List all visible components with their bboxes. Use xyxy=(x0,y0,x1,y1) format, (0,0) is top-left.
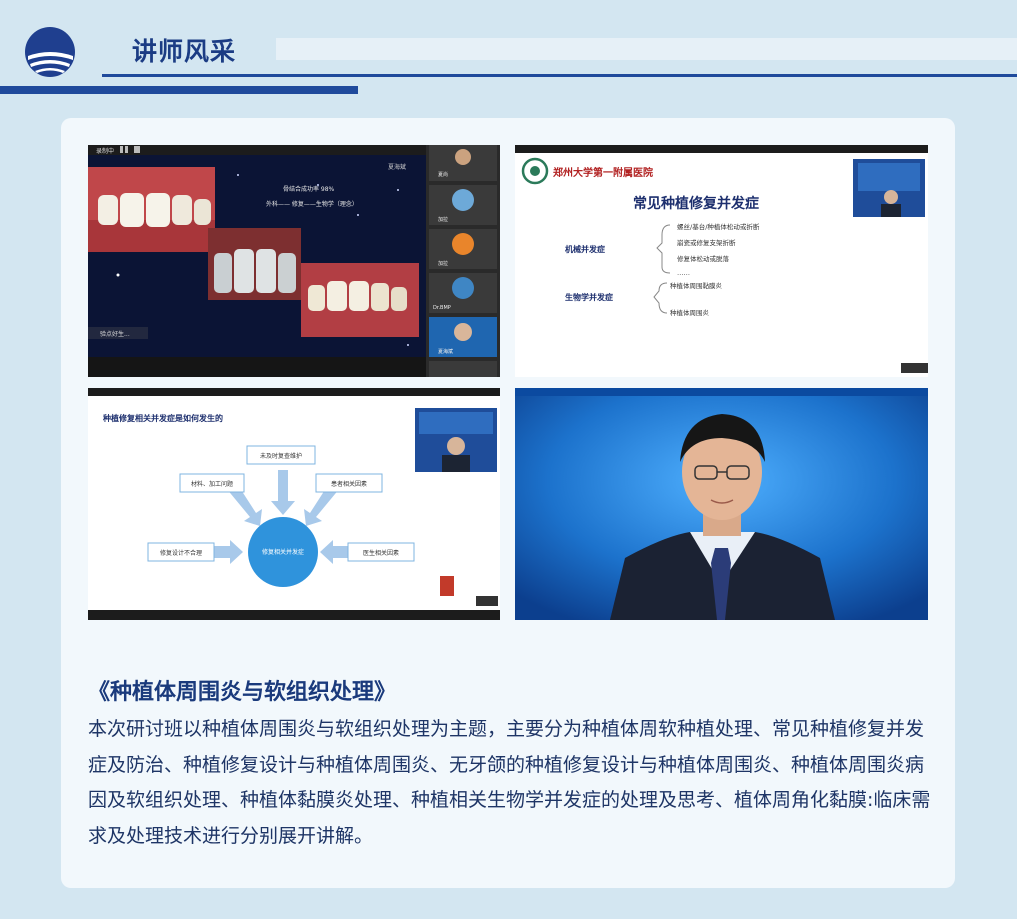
diagram-node: 未及时复查维护 xyxy=(260,452,302,460)
diagram-node: 医生相关因素 xyxy=(363,549,399,557)
content-card: 录制中 骨结合成功率 98% 外科—— 修复——生物学（理念） 夏海斌 验点好生… xyxy=(61,118,955,888)
complication-item: 修复体松动或脱落 xyxy=(677,254,730,263)
center-label: 修复相关并发症 xyxy=(262,548,304,556)
meeting-screenshot-dental-slide: 录制中 骨结合成功率 98% 外科—— 修复——生物学（理念） 夏海斌 验点好生… xyxy=(88,145,500,377)
participant-name: 夏尚 xyxy=(438,171,448,178)
complication-item: 螺丝/基台/种植体松动或折断 xyxy=(677,222,760,231)
slide-caption: 验点好生... xyxy=(100,330,130,338)
speaker-portrait-photo xyxy=(515,388,928,620)
talk-title: 《种植体周围炎与软组织处理》 xyxy=(88,680,397,705)
slide-title: 常见种植修复并发症 xyxy=(633,195,759,212)
complication-item: …… xyxy=(677,269,690,277)
complication-item: 种植体周围黏膜炎 xyxy=(670,281,723,290)
complication-item: 种植体周围炎 xyxy=(670,308,710,317)
section-header: 讲师风采 xyxy=(0,0,1017,100)
participant-name: 夏海斌 xyxy=(438,348,453,355)
participant-name: Dr.BMP xyxy=(433,305,451,311)
talk-description: 本次研讨班以种植体周围炎与软组织处理为主题，主要分为种植体周软种植处理、常见种植… xyxy=(88,718,931,847)
diagram-node: 修复设计不合理 xyxy=(160,549,202,557)
title-bar-decoration xyxy=(276,38,1017,60)
diagram-node: 患者相关因素 xyxy=(331,480,367,488)
mechanical-complications-label: 机械并发症 xyxy=(565,244,605,254)
brand-logo-icon xyxy=(25,27,75,77)
recording-label: 录制中 xyxy=(96,147,114,155)
seal-stamp-icon xyxy=(440,576,454,596)
slide-title: 种植修复相关并发症是如何发生的 xyxy=(102,413,223,423)
section-title: 讲师风采 xyxy=(132,37,237,66)
meeting-screenshot-diagram-slide: 种植修复相关并发症是如何发生的 修复相关并发症 未及时复查维护 材料、加工问题 … xyxy=(88,388,500,620)
participant-name: 加拉 xyxy=(438,260,448,267)
slide-line-1: 骨结合成功率 98% xyxy=(283,185,335,193)
hospital-name: 郑州大学第一附属医院 xyxy=(553,166,653,179)
diagram-node: 材料、加工问题 xyxy=(191,480,233,488)
participant-name: 加拉 xyxy=(438,216,448,223)
biological-complications-label: 生物学并发症 xyxy=(565,292,613,302)
meeting-screenshot-complications-slide: 郑州大学第一附属医院 常见种植修复并发症 机械并发症 螺丝/基台/种植体松动或折… xyxy=(515,145,928,377)
slide-line-2: 外科—— 修复——生物学（理念） xyxy=(266,200,358,208)
header-rule-thick xyxy=(0,86,358,94)
header-rule-thin xyxy=(102,74,1017,77)
author-stamp: 夏海斌 xyxy=(388,163,406,171)
complication-item: 崩瓷或修复支架折断 xyxy=(677,238,736,247)
